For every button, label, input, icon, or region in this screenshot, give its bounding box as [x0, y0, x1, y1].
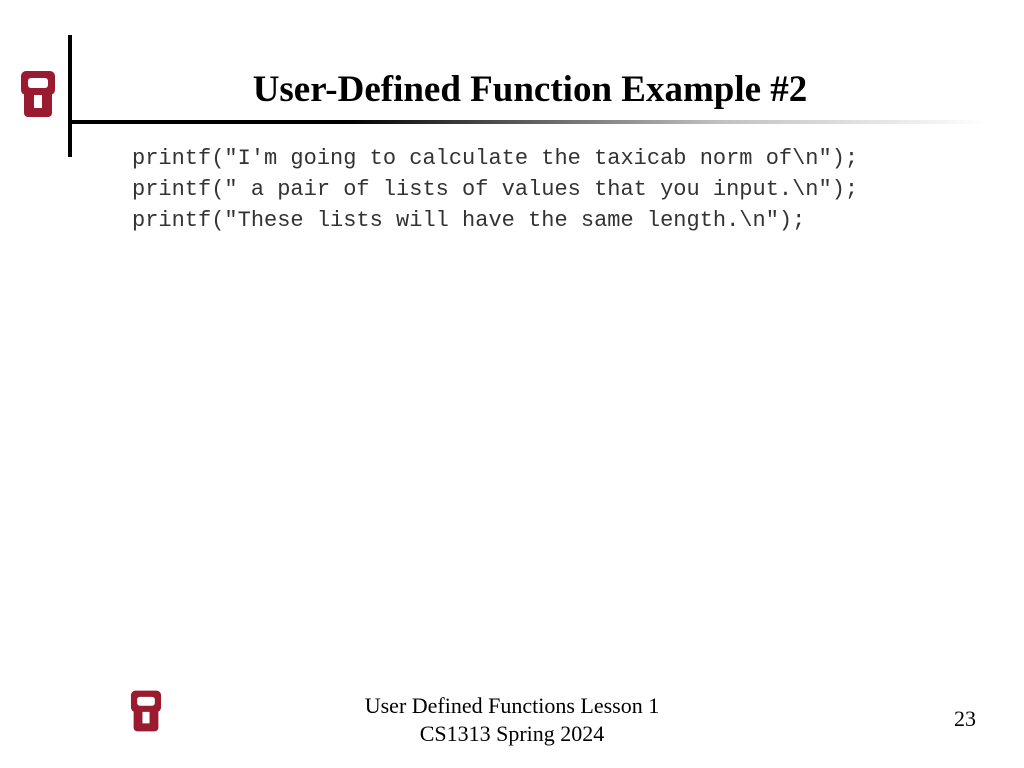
horizontal-rule [72, 120, 990, 124]
footer-line-1: User Defined Functions Lesson 1 [0, 692, 1024, 720]
page-number: 23 [954, 706, 976, 732]
vertical-rule [68, 35, 72, 157]
ou-logo-top [18, 68, 58, 120]
footer-line-2: CS1313 Spring 2024 [0, 720, 1024, 748]
code-block: printf("I'm going to calculate the taxic… [132, 144, 858, 236]
ou-logo-icon [18, 68, 58, 120]
slide: User-Defined Function Example #2 printf(… [0, 0, 1024, 768]
slide-title: User-Defined Function Example #2 [80, 68, 980, 111]
footer: User Defined Functions Lesson 1 CS1313 S… [0, 692, 1024, 747]
